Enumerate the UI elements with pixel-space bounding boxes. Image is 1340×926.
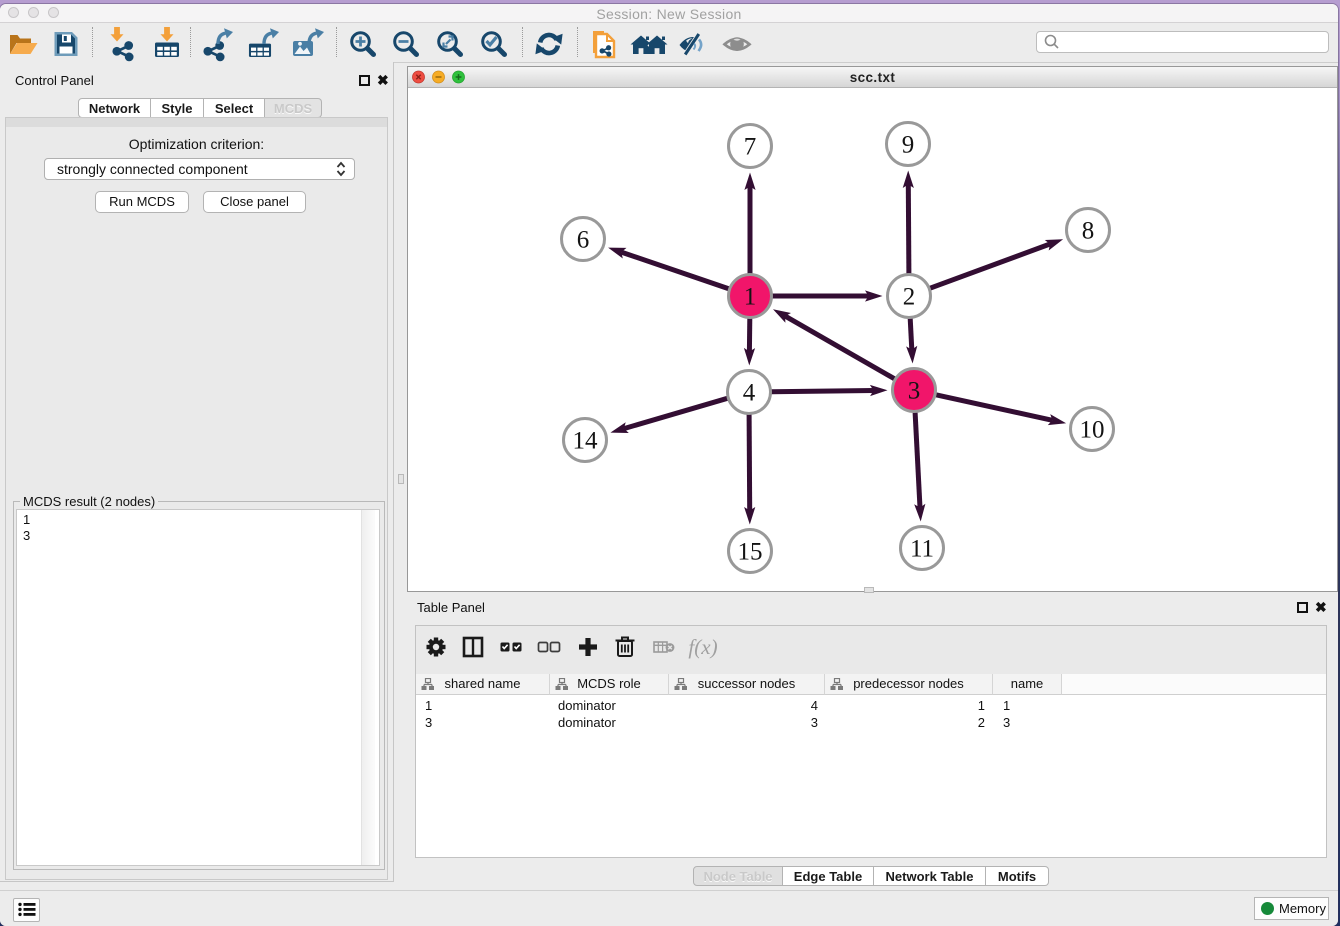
svg-text:3: 3 xyxy=(908,378,921,405)
svg-text:9: 9 xyxy=(902,132,915,159)
svg-text:1: 1 xyxy=(744,284,757,311)
svg-text:10: 10 xyxy=(1080,417,1105,444)
svg-text:6: 6 xyxy=(577,227,590,254)
svg-text:8: 8 xyxy=(1082,218,1095,245)
svg-text:11: 11 xyxy=(910,536,934,563)
svg-text:7: 7 xyxy=(744,134,757,161)
svg-text:2: 2 xyxy=(903,284,916,311)
svg-text:f(x): f(x) xyxy=(688,635,717,659)
svg-text:14: 14 xyxy=(573,428,599,455)
svg-text:4: 4 xyxy=(743,380,756,407)
svg-text:15: 15 xyxy=(738,539,763,566)
